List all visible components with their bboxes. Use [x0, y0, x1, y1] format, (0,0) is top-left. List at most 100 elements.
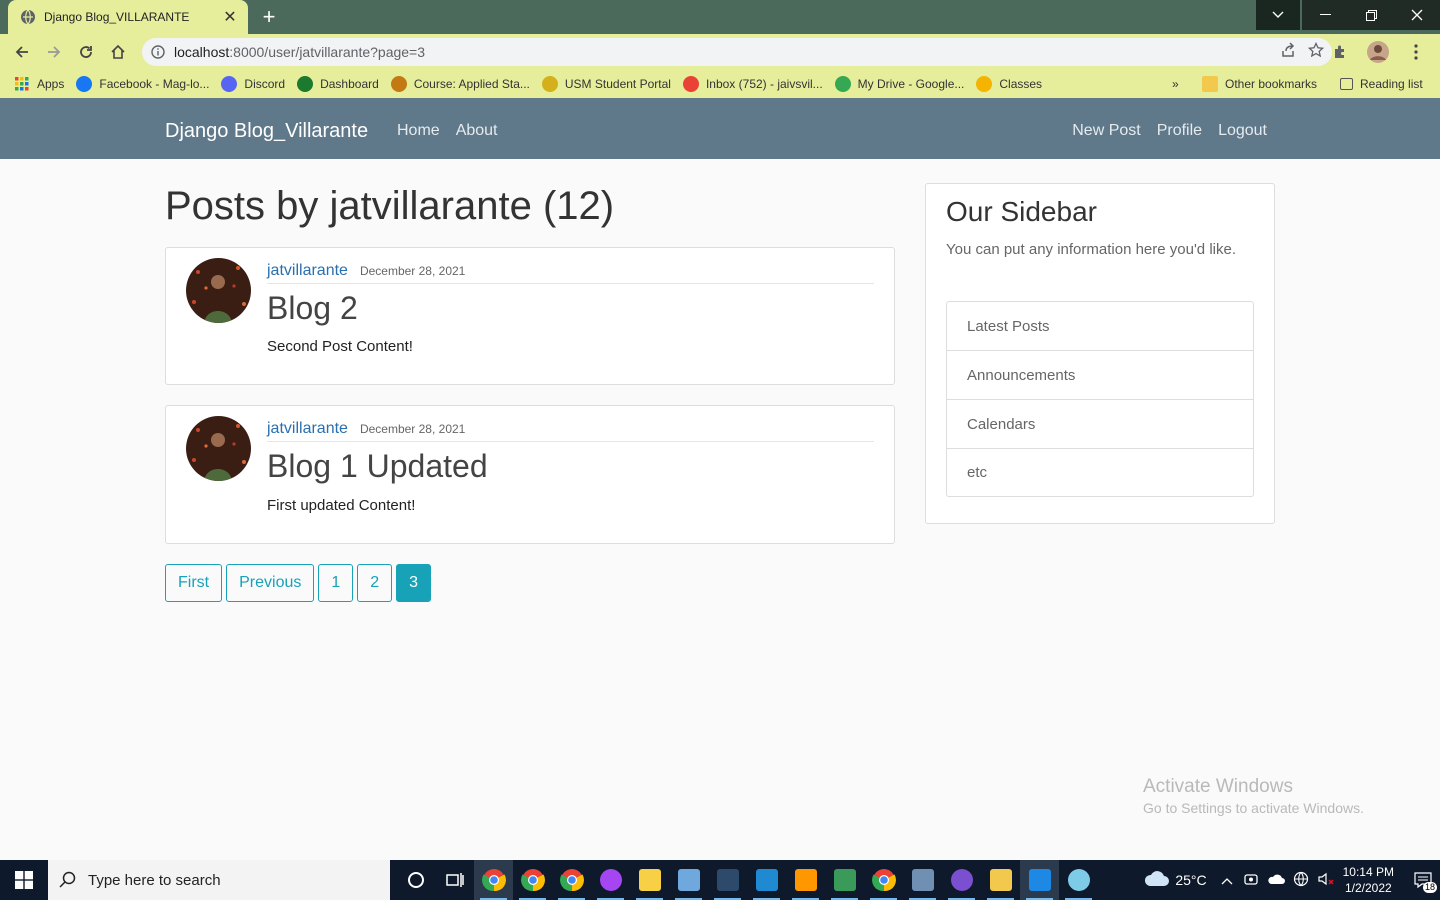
discord-icon	[221, 76, 238, 92]
site-brand[interactable]: Django Blog_Villarante	[165, 120, 368, 143]
sticky-notes-icon[interactable]	[630, 860, 669, 900]
chevron-up-icon[interactable]	[1221, 873, 1233, 888]
bookmark-label: Classes	[999, 77, 1043, 91]
first-page-button[interactable]: First	[165, 564, 223, 602]
bookmark-item[interactable]: USM Student Portal	[536, 70, 677, 98]
weather-temp[interactable]: 25°C	[1175, 872, 1206, 888]
page-3-button[interactable]: 3	[396, 564, 432, 602]
tab-search-button[interactable]	[1256, 0, 1300, 30]
sidebar-item-calendars[interactable]: Calendars	[947, 400, 1253, 449]
browser-title-bar: Django Blog_VILLARANTE ✕ +	[0, 0, 1440, 34]
home-icon	[111, 44, 125, 59]
previous-page-button[interactable]: Previous	[226, 564, 315, 602]
bookmark-item[interactable]: Classes	[970, 70, 1048, 98]
close-icon	[1411, 9, 1423, 21]
share-icon[interactable]	[1280, 42, 1296, 63]
github-desktop-icon[interactable]	[942, 860, 981, 900]
vscode-icon[interactable]	[747, 860, 786, 900]
reading-list[interactable]: Reading list	[1334, 70, 1429, 98]
bookmark-star-icon[interactable]	[1307, 41, 1325, 63]
sidebar-item-etc[interactable]: etc	[947, 449, 1253, 496]
extensions-icon[interactable]	[1324, 36, 1356, 68]
jupyter-icon[interactable]	[669, 860, 708, 900]
post-title-link[interactable]: Blog 2	[267, 290, 358, 327]
chrome-profile-2-icon[interactable]	[513, 860, 552, 900]
bookmark-item[interactable]: Facebook - Mag-lo...	[70, 70, 215, 98]
sidebar-item-announcements[interactable]: Announcements	[947, 351, 1253, 400]
bookmark-item[interactable]: Dashboard	[291, 70, 385, 98]
reload-button[interactable]	[70, 36, 102, 68]
meet-now-icon[interactable]	[1243, 871, 1259, 890]
chrome-profile-1-icon[interactable]	[474, 860, 513, 900]
post-title-link[interactable]: Blog 1 Updated	[267, 448, 488, 485]
chrome-icon[interactable]	[864, 860, 903, 900]
file-explorer-icon[interactable]	[981, 860, 1020, 900]
back-button[interactable]	[6, 36, 38, 68]
remote-desktop-icon[interactable]	[1020, 860, 1059, 900]
volume-muted-icon[interactable]	[1317, 871, 1335, 890]
messenger-icon[interactable]	[591, 860, 630, 900]
page-1-button[interactable]: 1	[318, 564, 354, 602]
paint-icon[interactable]	[1059, 860, 1098, 900]
virtualbox-icon[interactable]	[903, 860, 942, 900]
restore-button[interactable]	[1348, 0, 1394, 30]
reading-list-label: Reading list	[1360, 77, 1423, 91]
nav-link-about[interactable]: About	[456, 122, 498, 140]
reading-list-icon	[1340, 78, 1353, 90]
nav-link-logout[interactable]: Logout	[1218, 122, 1267, 140]
chrome-profile-3-icon[interactable]	[552, 860, 591, 900]
watermark-title: Activate Windows	[1143, 776, 1293, 797]
clock[interactable]: 10:14 PM 1/2/2022	[1343, 864, 1394, 896]
page-2-button[interactable]: 2	[357, 564, 393, 602]
start-button[interactable]	[0, 860, 48, 900]
nav-link-new-post[interactable]: New Post	[1072, 122, 1140, 140]
profile-avatar[interactable]	[1362, 36, 1394, 68]
task-view-icon[interactable]	[435, 860, 474, 900]
other-bookmarks[interactable]: Other bookmarks	[1196, 70, 1323, 98]
address-bar[interactable]: localhost:8000/user/jatvillarante?page=3	[142, 38, 1332, 66]
search-placeholder: Type here to search	[88, 871, 221, 889]
sublime-text-icon[interactable]	[786, 860, 825, 900]
nav-link-profile[interactable]: Profile	[1157, 122, 1202, 140]
sidebar-item-latest-posts[interactable]: Latest Posts	[947, 302, 1253, 351]
watermark-subtitle: Go to Settings to activate Windows.	[1143, 800, 1364, 816]
url-text: localhost:8000/user/jatvillarante?page=3	[174, 44, 426, 60]
home-button[interactable]	[102, 36, 134, 68]
notification-badge: 18	[1422, 882, 1437, 893]
usm-portal-icon	[541, 76, 558, 92]
forward-button[interactable]	[38, 36, 70, 68]
post-card: jatvillarante December 28, 2021 Blog 1 U…	[165, 405, 895, 544]
nav-link-home[interactable]: Home	[397, 122, 440, 140]
other-bookmarks-label: Other bookmarks	[1225, 77, 1318, 91]
post-author-link[interactable]: jatvillarante	[267, 262, 348, 280]
minimize-button[interactable]	[1302, 0, 1348, 30]
windows-logo-icon	[15, 871, 33, 889]
cloud-weather-icon[interactable]	[1143, 870, 1170, 891]
more-bookmarks-icon[interactable]: »	[1166, 70, 1185, 98]
network-globe-icon[interactable]	[1293, 871, 1309, 890]
close-tab-icon[interactable]: ✕	[220, 7, 240, 27]
bookmark-item[interactable]: My Drive - Google...	[829, 70, 971, 98]
taskbar: Type here to search 25°C 10:14 PM 1/2/20…	[0, 860, 1440, 900]
notifications-icon[interactable]: 18	[1406, 860, 1440, 900]
browser-tab[interactable]: Django Blog_VILLARANTE ✕	[8, 0, 248, 34]
close-window-button[interactable]	[1394, 0, 1440, 30]
onedrive-icon[interactable]	[1267, 873, 1285, 888]
nav-right: New Post Profile Logout	[1072, 122, 1267, 140]
site-info-icon[interactable]	[142, 45, 174, 59]
taskbar-search-box[interactable]: Type here to search	[48, 860, 390, 900]
mysql-workbench-icon[interactable]	[708, 860, 747, 900]
menu-kebab-icon[interactable]	[1400, 36, 1432, 68]
bookmark-item[interactable]: Course: Applied Sta...	[385, 70, 536, 98]
bookmark-item[interactable]: Apps	[8, 70, 70, 98]
minimize-icon	[1319, 14, 1331, 15]
sidebar-title: Our Sidebar	[946, 196, 1097, 227]
bookmark-label: My Drive - Google...	[857, 77, 965, 91]
post-author-link[interactable]: jatvillarante	[267, 420, 348, 438]
bookmark-label: Apps	[37, 77, 65, 91]
git-kraken-icon[interactable]	[825, 860, 864, 900]
new-tab-button[interactable]: +	[256, 4, 282, 30]
bookmark-item[interactable]: Discord	[215, 70, 291, 98]
bookmark-item[interactable]: Inbox (752) - jaivsvil...	[677, 70, 829, 98]
cortana-icon[interactable]	[396, 860, 435, 900]
